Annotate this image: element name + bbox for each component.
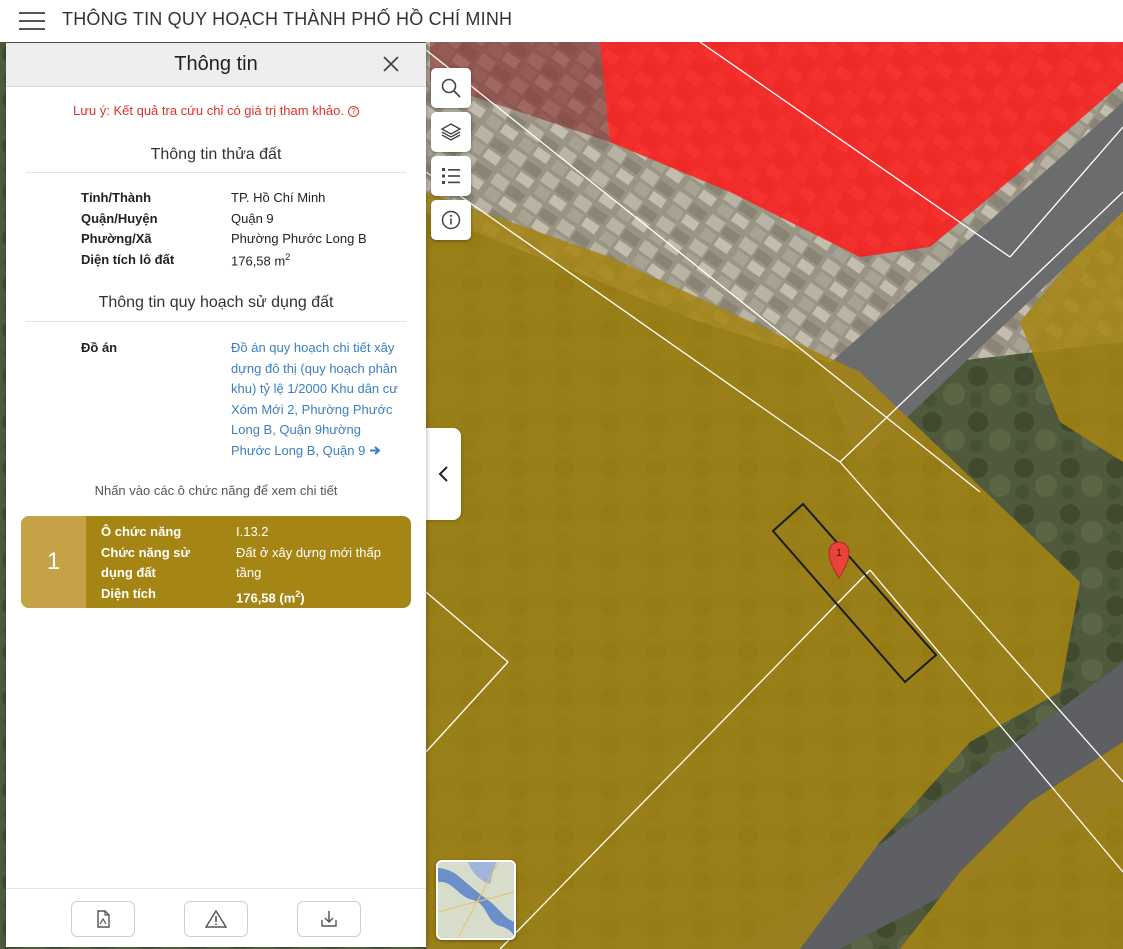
basemap-switcher-thumbnail[interactable] <box>436 860 516 940</box>
project-label: Đồ án <box>81 340 118 355</box>
zone-card[interactable]: 1 Ô chức năng I.13.2 Chức năng sử dụng đ… <box>21 516 411 608</box>
panel-footer <box>6 888 426 947</box>
parcel-value: 176,58 m2 <box>231 252 431 268</box>
info-icon <box>441 210 461 230</box>
download-icon <box>321 911 337 927</box>
collapse-panel-button[interactable] <box>426 428 461 520</box>
zone-code-label: Ô chức năng <box>101 524 182 539</box>
download-button[interactable] <box>297 901 361 937</box>
zone-area-suffix: ) <box>300 590 305 606</box>
report-issue-button[interactable] <box>184 901 248 937</box>
parcel-label: Tỉnh/Thành <box>81 190 152 205</box>
map-legend-button[interactable] <box>431 156 471 196</box>
parcel-label: Quận/Huyện <box>81 211 158 226</box>
panel-title: Thông tin <box>174 53 258 75</box>
divider <box>26 172 406 173</box>
map-layers-button[interactable] <box>431 112 471 152</box>
parcel-area-unit-sup: 2 <box>285 252 291 262</box>
hint-text: Nhấn vào các ô chức năng để xem chi tiết <box>94 483 338 498</box>
parcel-value: Quận 9 <box>231 211 274 226</box>
parcel-value: Phường Phước Long B <box>231 231 367 246</box>
parcel-value: TP. Hồ Chí Minh <box>231 190 326 205</box>
top-bar: THÔNG TIN QUY HOẠCH THÀNH PHỐ HỒ CHÍ MIN… <box>0 0 1123 42</box>
chevron-left-icon <box>438 466 448 482</box>
disclaimer-text: Lưu ý: Kết quả tra cứu chỉ có giá trị th… <box>72 103 345 118</box>
map-info-button[interactable] <box>431 200 471 240</box>
zone-function-label: Chức năng sử dụng đất <box>101 545 190 580</box>
zone-number-box: 1 <box>21 516 86 608</box>
parcel-area-value: 176,58 m <box>231 253 286 269</box>
hamburger-menu-icon[interactable] <box>18 9 46 33</box>
export-document-button[interactable] <box>71 901 135 937</box>
help-icon[interactable]: ? <box>348 106 360 118</box>
project-link-text[interactable]: Đồ án quy hoạch chi tiết xây dựng đô thị… <box>231 340 398 458</box>
warning-icon <box>205 909 227 928</box>
search-icon <box>441 78 461 98</box>
zone-area-prefix: 176,58 (m <box>236 590 296 606</box>
map-search-button[interactable] <box>431 68 471 108</box>
parcel-label: Diện tích lô đất <box>81 252 175 267</box>
disclaimer-note: Lưu ý: Kết quả tra cứu chỉ có giá trị th… <box>6 103 426 118</box>
arrow-right-icon <box>369 445 381 455</box>
layers-icon <box>440 123 462 141</box>
parcel-label: Phường/Xã <box>81 231 152 246</box>
zone-code-value: I.13.2 <box>236 524 269 539</box>
close-icon[interactable] <box>380 53 402 75</box>
zone-number: 1 <box>46 548 61 575</box>
app-title: THÔNG TIN QUY HOẠCH THÀNH PHỐ HỒ CHÍ MIN… <box>62 9 513 29</box>
minimap-icon <box>438 862 514 938</box>
project-link[interactable]: Đồ án quy hoạch chi tiết xây dựng đô thị… <box>231 338 403 461</box>
parcel-section-title: Thông tin thửa đất <box>150 146 282 163</box>
map-marker-label: 1 <box>836 548 842 559</box>
zone-area-value: 176,58 (m2) <box>236 584 396 608</box>
document-icon <box>97 910 110 928</box>
info-panel: Thông tin Lưu ý: Kết quả tra cứu chỉ có … <box>6 43 426 947</box>
zone-area-label: Diện tích <box>101 586 156 601</box>
panel-header: Thông tin <box>6 43 426 87</box>
divider <box>26 321 406 322</box>
planning-section-title: Thông tin quy hoạch sử dụng đất <box>98 294 334 311</box>
zone-function-value: Đất ở xây dựng mới thấp tầng <box>236 545 381 580</box>
legend-list-icon <box>442 168 460 184</box>
